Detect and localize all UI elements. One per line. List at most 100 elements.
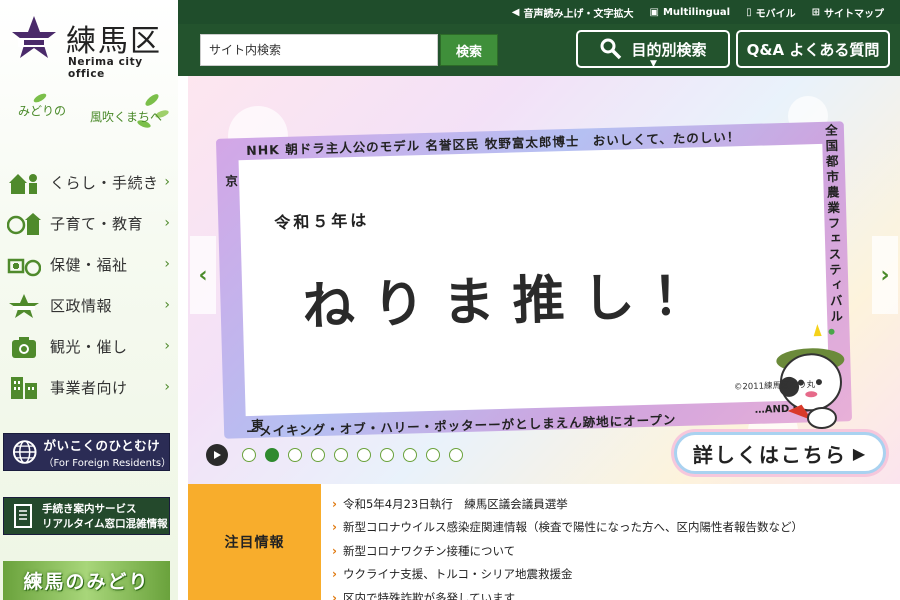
carousel-dot[interactable] [288, 448, 302, 462]
nav-label: 区政情報 [50, 297, 113, 315]
foreign-residents-banner[interactable]: がいこくのひとむけ （For Foreign Residents） [3, 433, 172, 471]
nav-item-childcare[interactable]: 子育て・教育 › [0, 203, 178, 244]
sitemap-icon: ⊞ [811, 6, 820, 18]
nav-item-health[interactable]: 保健・福祉 › [0, 244, 178, 285]
notice-item[interactable]: › 区内で特殊詐欺が多発しています [332, 586, 892, 600]
carousel-play-button[interactable] [206, 444, 228, 466]
notice-item[interactable]: › 令和5年4月23日執行 練馬区議会議員選挙 [332, 492, 892, 516]
details-button[interactable]: 詳しくはこちら ▶ [674, 432, 886, 474]
sitemap-link[interactable]: ⊞ サイトマップ [812, 5, 884, 20]
midori-label: 練馬のみどり [23, 571, 150, 593]
purpose-search-button[interactable]: 目的別検索 ▼ [576, 30, 730, 69]
notice-text: 新型コロナウイルス感染症関連情報（検査で陽性になった方へ、区内陽性者報告数など） [342, 520, 803, 535]
procedure-subtitle: リアルタイム窓口混雑情報 [42, 518, 168, 530]
document-icon [14, 504, 32, 528]
tagline-part2: 風吹くまちへ [90, 110, 163, 124]
notice-text: 令和5年4月23日執行 練馬区議会議員選挙 [342, 496, 568, 511]
details-label: 詳しくはこちら [692, 442, 847, 467]
chevron-right-icon: › [332, 543, 337, 558]
foreign-title: がいこくのひとむけ [43, 438, 161, 453]
multilingual-link[interactable]: ▣ Multilingual [650, 7, 731, 18]
voice-link[interactable]: ◀︎ 音声読み上げ・文字拡大 [512, 5, 634, 20]
tagline: みどりの 風吹くまちへ [12, 92, 172, 132]
family-school-icon [4, 209, 44, 239]
chevron-down-icon: ▼ [650, 59, 657, 69]
chevron-right-icon: › [164, 215, 170, 231]
procedure-title: 手続き案内サービス [42, 503, 137, 515]
chevron-right-icon: › [332, 567, 337, 582]
carousel-dot[interactable] [242, 448, 256, 462]
chevron-right-icon: › [332, 520, 337, 535]
play-arrow-icon: ▶ [852, 443, 868, 463]
search-icon [600, 38, 622, 60]
nerima-emblem-icon [12, 16, 56, 58]
mobile-link[interactable]: ▯ モバイル [746, 5, 796, 20]
faq-label: Q&A よくある質問 [746, 40, 880, 59]
foreign-text: がいこくのひとむけ （For Foreign Residents） [43, 435, 172, 469]
carousel-dot[interactable] [357, 448, 371, 462]
carousel-dot[interactable] [403, 448, 417, 462]
building-icon [4, 373, 44, 403]
featured-info-heading: 注目情報 [188, 484, 321, 600]
chevron-right-icon: › [164, 338, 170, 354]
chevron-right-icon: › [332, 496, 337, 511]
left-column: 練馬区 Nerima city office みどりの 風吹くまちへ くらし・手… [0, 0, 178, 600]
camera-icon [4, 332, 44, 362]
carousel-dot[interactable] [265, 448, 279, 462]
hero-card: 令和５年は ねりま推し！ ©2011練馬区ねり丸 [238, 143, 845, 430]
notice-text: 新型コロナワクチン接種について [342, 543, 516, 558]
nav-item-living[interactable]: くらし・手続き › [0, 162, 178, 203]
voice-label: 音声読み上げ・文字拡大 [523, 8, 634, 20]
carousel-dot[interactable] [449, 448, 463, 462]
play-icon [214, 451, 221, 459]
nav-item-government[interactable]: 区政情報 › [0, 285, 178, 326]
search-button[interactable]: 検索 [440, 34, 498, 66]
multilingual-label: Multilingual [662, 6, 731, 18]
mobile-icon: ▯ [746, 6, 752, 18]
carousel-prev-button[interactable]: ‹ [190, 236, 216, 314]
search-input[interactable] [200, 34, 438, 66]
purpose-search-label: 目的別検索 [631, 40, 707, 59]
nav-label: くらし・手続き [50, 174, 159, 192]
featured-info: 注目情報 › 令和5年4月23日執行 練馬区議会議員選挙 › 新型コロナウイルス… [188, 484, 900, 600]
nav-label: 事業者向け [50, 379, 128, 397]
globe-icon [12, 440, 37, 464]
hero-title: ねりま推し！ [301, 264, 724, 338]
carousel-indicators [242, 448, 472, 462]
notice-item[interactable]: › 新型コロナワクチン接種について [332, 539, 892, 563]
tagline-part1: みどりの [18, 104, 67, 118]
carousel-dot[interactable] [334, 448, 348, 462]
nerima-emblem-icon [4, 291, 44, 321]
main-nav: くらし・手続き › 子育て・教育 › 保健・福祉 › 区政情報 › 観光・催し … [0, 162, 178, 408]
utility-bar: ◀︎ 音声読み上げ・文字拡大 ▣ Multilingual ▯ モバイル ⊞ サ… [178, 0, 900, 24]
procedure-text: 手続き案内サービス リアルタイム窓口混雑情報 [36, 501, 168, 531]
nav-item-tourism[interactable]: 観光・催し › [0, 326, 178, 367]
translate-icon: ▣ [649, 6, 659, 18]
hero-subtitle: 令和５年は [274, 210, 370, 233]
nav-label: 保健・福祉 [50, 256, 128, 274]
notice-text: ウクライナ支援、トルコ・シリア地震救援金 [342, 567, 573, 582]
chevron-right-icon: › [164, 174, 170, 190]
chevron-right-icon: › [164, 297, 170, 313]
carousel-dot[interactable] [380, 448, 394, 462]
notice-item[interactable]: › ウクライナ支援、トルコ・シリア地震救援金 [332, 563, 892, 587]
notice-item[interactable]: › 新型コロナウイルス感染症関連情報（検査で陽性になった方へ、区内陽性者報告数な… [332, 516, 892, 540]
carousel-next-button[interactable]: › [872, 236, 898, 314]
carousel-dot[interactable] [426, 448, 440, 462]
nav-item-business[interactable]: 事業者向け › [0, 367, 178, 408]
nerima-midori-banner[interactable]: 練馬のみどり [3, 561, 170, 600]
nerimaru-mascot-icon [776, 324, 845, 430]
nav-label: 子育て・教育 [50, 215, 144, 233]
nav-label: 観光・催し [50, 338, 128, 356]
faq-button[interactable]: Q&A よくある質問 [736, 30, 890, 68]
house-person-icon [4, 168, 44, 198]
site-logo[interactable]: 練馬区 Nerima city office [10, 14, 170, 80]
carousel-dot[interactable] [311, 448, 325, 462]
hero-carousel: NHK 朝ドラ主人公のモデル 名誉区民 牧野富太郎博士 おいしくて、たのしい！ … [188, 76, 900, 484]
logo-subtitle: Nerima city office [68, 56, 143, 80]
procedure-guide-banner[interactable]: 手続き案内サービス リアルタイム窓口混雑情報 [3, 497, 170, 535]
sitemap-label: サイトマップ [824, 8, 884, 20]
hero-frame: NHK 朝ドラ主人公のモデル 名誉区民 牧野富太郎博士 おいしくて、たのしい！ … [215, 121, 853, 439]
mobile-label: モバイル [755, 8, 796, 20]
chevron-right-icon: › [332, 590, 337, 600]
